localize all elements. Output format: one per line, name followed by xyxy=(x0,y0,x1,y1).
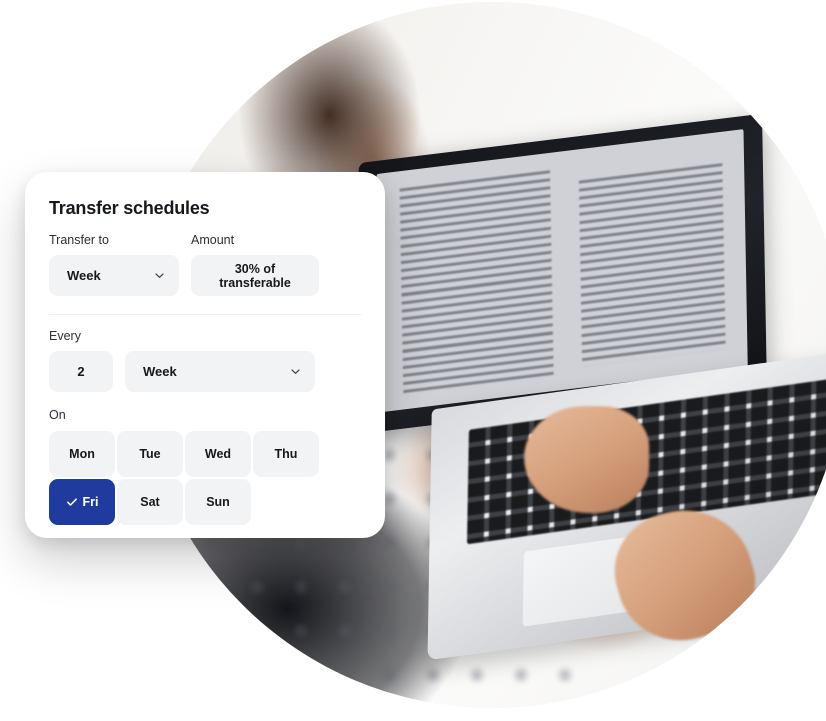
amount-field[interactable]: 30% of transferable xyxy=(191,255,319,296)
laptop-screen xyxy=(376,129,748,413)
page-root: Transfer schedules Transfer to Week Amou… xyxy=(0,0,826,721)
document-column-left xyxy=(399,170,554,394)
transfer-to-group: Transfer to Week xyxy=(49,233,179,296)
day-button-label: Tue xyxy=(139,447,161,461)
chevron-down-icon xyxy=(290,366,301,377)
day-button-label: Thu xyxy=(274,447,298,461)
amount-value: 30% of transferable xyxy=(219,261,291,290)
day-button-mon[interactable]: Mon xyxy=(49,431,115,477)
day-button-label: Fri xyxy=(82,495,99,509)
amount-group: Amount 30% of transferable xyxy=(191,233,319,296)
every-row: 2 Week xyxy=(49,351,361,392)
day-selector: Mon Tue Wed Thu Fri Sat Sun xyxy=(49,431,327,525)
day-button-label: Mon xyxy=(69,447,95,461)
every-label: Every xyxy=(49,329,81,343)
transfer-to-select[interactable]: Week xyxy=(49,255,179,296)
field-gap xyxy=(179,233,191,296)
check-icon xyxy=(66,496,78,508)
every-unit-select[interactable]: Week xyxy=(125,351,315,392)
day-button-wed[interactable]: Wed xyxy=(185,431,251,477)
on-label: On xyxy=(49,408,66,422)
chevron-down-icon xyxy=(154,270,165,281)
day-button-thu[interactable]: Thu xyxy=(253,431,319,477)
transfer-to-value: Week xyxy=(67,268,101,283)
every-count-value: 2 xyxy=(77,364,85,379)
every-count-input[interactable]: 2 xyxy=(49,351,113,392)
every-gap xyxy=(113,351,125,392)
transfer-amount-row: Transfer to Week Amount 30% of transfera… xyxy=(49,233,361,296)
every-unit-value: Week xyxy=(143,364,177,379)
day-button-sun[interactable]: Sun xyxy=(185,479,251,525)
day-button-fri[interactable]: Fri xyxy=(49,479,115,525)
section-divider xyxy=(49,314,361,315)
amount-label: Amount xyxy=(191,233,235,247)
transfer-to-label: Transfer to xyxy=(49,233,109,247)
day-button-label: Sun xyxy=(206,495,230,509)
day-button-tue[interactable]: Tue xyxy=(117,431,183,477)
document-column-right xyxy=(579,163,726,367)
card-title: Transfer schedules xyxy=(49,198,210,218)
day-button-sat[interactable]: Sat xyxy=(117,479,183,525)
day-button-label: Wed xyxy=(204,447,232,461)
laptop xyxy=(340,92,826,704)
day-button-label: Sat xyxy=(140,495,160,509)
transfer-schedules-card: Transfer schedules Transfer to Week Amou… xyxy=(25,172,385,538)
